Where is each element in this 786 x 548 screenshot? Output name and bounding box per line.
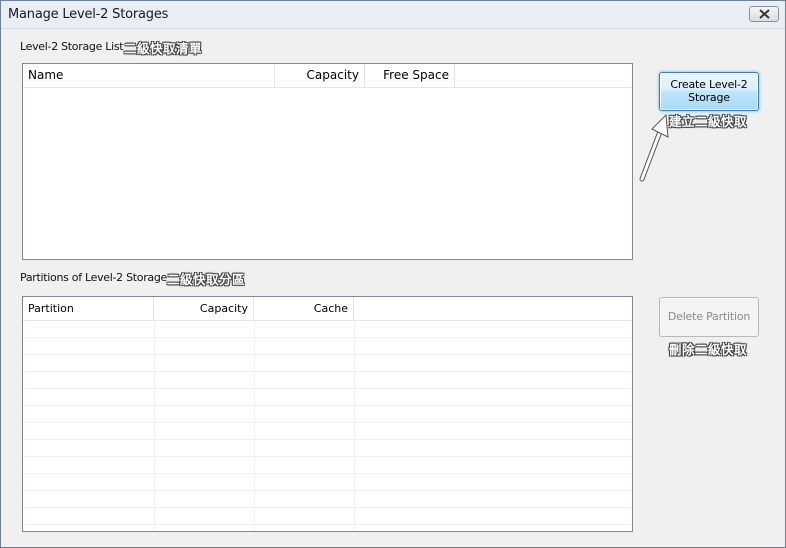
partitions-label: Partitions of Level-2 Storage: [20, 271, 168, 284]
table-row: [23, 508, 632, 525]
partitions-annotation: 二級快取分區: [167, 272, 246, 287]
column-header-cache[interactable]: Cache: [254, 297, 354, 320]
create-storage-button[interactable]: Create Level-2 Storage: [659, 72, 759, 111]
partitions-list[interactable]: Partition Capacity Cache: [22, 296, 633, 532]
column-header-capacity[interactable]: Capacity: [154, 297, 254, 320]
storage-list-label: Level-2 Storage List: [20, 40, 124, 53]
table-row: [23, 440, 632, 457]
column-header-capacity[interactable]: Capacity: [275, 64, 365, 87]
table-row: [23, 355, 632, 372]
create-storage-annotation: 建立二級快取: [669, 114, 748, 129]
table-row: [23, 389, 632, 406]
table-row: [23, 457, 632, 474]
table-row: [23, 372, 632, 389]
delete-partition-button[interactable]: Delete Partition: [659, 297, 759, 337]
close-button[interactable]: [749, 6, 779, 22]
table-row: [23, 474, 632, 491]
manage-storages-dialog: Manage Level-2 Storages Level-2 Storage …: [0, 0, 786, 548]
storage-list-annotation: 二級快取清單: [124, 41, 203, 56]
table-row: [23, 406, 632, 423]
partitions-list-header: Partition Capacity Cache: [23, 297, 632, 321]
storage-list[interactable]: Name Capacity Free Space: [22, 63, 633, 260]
window-title: Manage Level-2 Storages: [8, 7, 169, 22]
table-row: [23, 321, 632, 338]
column-header-free-space[interactable]: Free Space: [365, 64, 455, 87]
table-row: [23, 491, 632, 508]
table-row: [23, 338, 632, 355]
column-header-partition[interactable]: Partition: [23, 297, 154, 320]
table-row: [23, 423, 632, 440]
column-header-name[interactable]: Name: [23, 64, 275, 87]
delete-partition-annotation: 刪除二級快取: [669, 342, 748, 357]
title-bar: Manage Level-2 Storages: [1, 1, 785, 29]
close-icon: [759, 9, 770, 19]
storage-list-header: Name Capacity Free Space: [23, 64, 632, 88]
annotation-arrow-icon: [639, 113, 669, 182]
